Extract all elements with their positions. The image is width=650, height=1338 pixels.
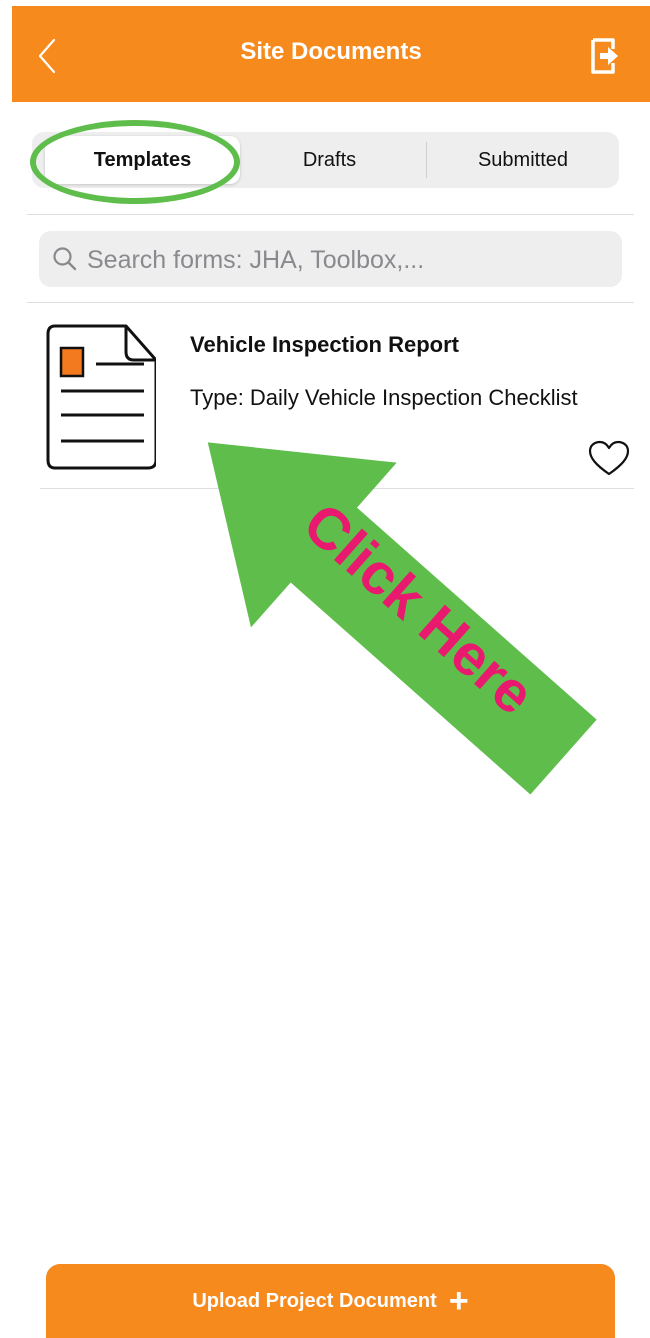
search-bar [39, 231, 622, 289]
segmented-control: Templates Drafts Submitted [32, 132, 619, 188]
heart-icon[interactable] [588, 440, 630, 478]
search-icon [53, 247, 77, 271]
tab-templates[interactable]: Templates [45, 136, 240, 184]
divider [40, 488, 634, 489]
tab-submitted[interactable]: Submitted [427, 132, 619, 188]
document-title: Vehicle Inspection Report [190, 332, 459, 357]
divider [27, 214, 634, 215]
divider [27, 302, 634, 303]
upload-document-button[interactable]: Upload Project Document + [46, 1264, 615, 1338]
upload-button-label: Upload Project Document [192, 1289, 437, 1312]
exit-icon[interactable] [588, 36, 622, 76]
tab-drafts[interactable]: Drafts [232, 132, 427, 188]
document-type: Type: Daily Vehicle Inspection Checklist [190, 385, 578, 410]
click-here-text: Click Here [291, 491, 547, 728]
search-input[interactable] [85, 231, 609, 289]
document-icon [46, 324, 156, 470]
annotation-arrow: Click Here [207, 442, 597, 795]
page-title: Site Documents [240, 38, 422, 65]
list-item[interactable]: Vehicle Inspection Report Type: Daily Ve… [40, 312, 634, 488]
nav-bar: Site Documents [12, 6, 650, 102]
plus-icon: + [448, 1282, 469, 1320]
